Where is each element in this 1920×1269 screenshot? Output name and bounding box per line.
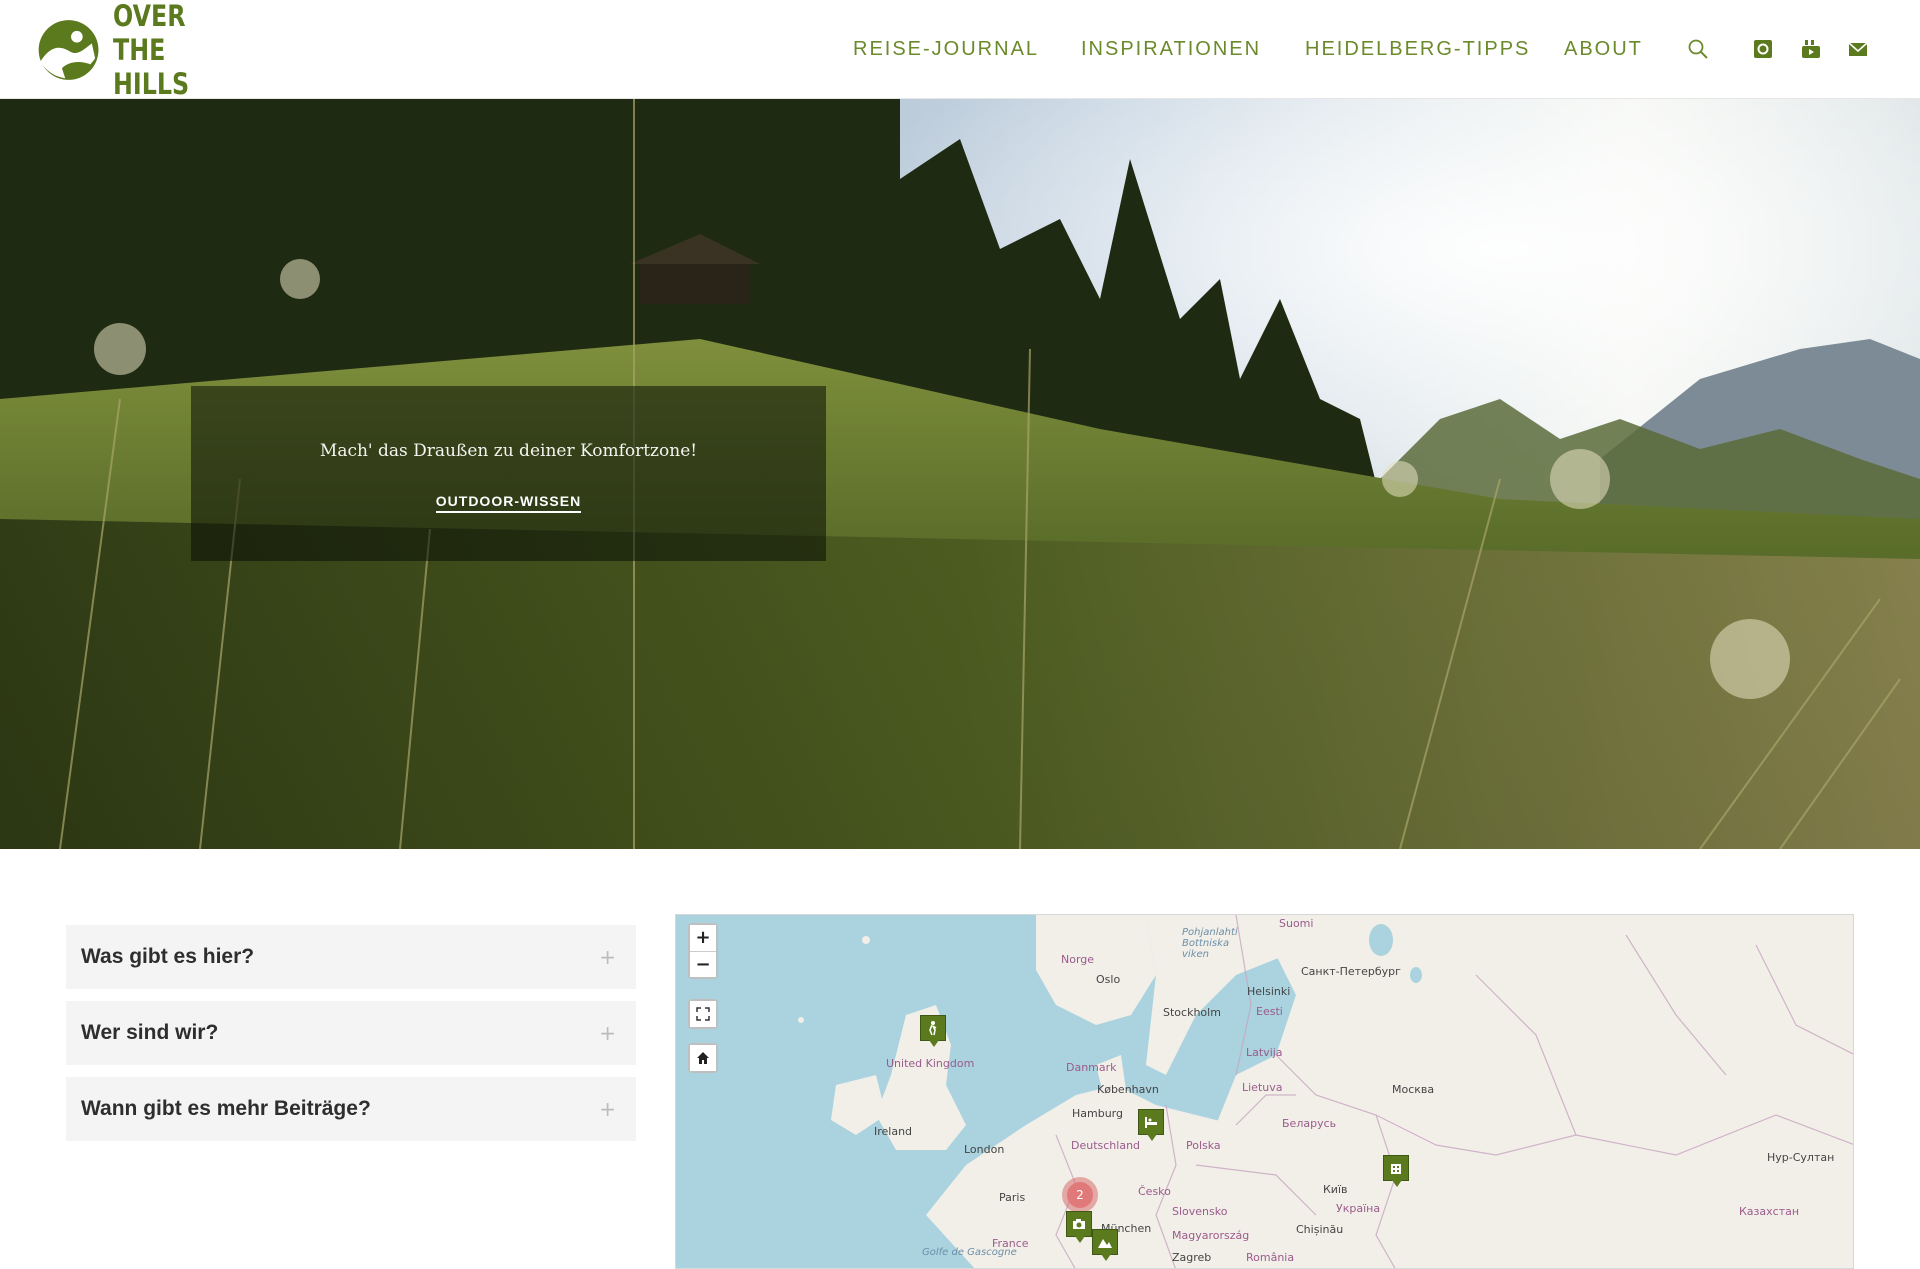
map-marker-hotel[interactable] <box>1138 1109 1164 1141</box>
map-label: Oslo <box>1096 973 1121 986</box>
map-label: Москва <box>1392 1083 1435 1096</box>
building-icon <box>1391 1164 1401 1174</box>
plus-icon[interactable]: + <box>599 945 616 969</box>
map-label: København <box>1097 1083 1159 1096</box>
map-label: Київ <box>1323 1183 1348 1196</box>
europe-map[interactable]: + − Suomi Pohjanlahti Bottniska viken No… <box>675 914 1854 1269</box>
instagram-icon[interactable] <box>1752 38 1774 60</box>
youtube-icon[interactable] <box>1800 38 1822 60</box>
map-label: Latvija <box>1246 1046 1283 1059</box>
map-label: Česko <box>1138 1185 1171 1198</box>
map-label: London <box>964 1143 1005 1156</box>
accordion-title: Wann gibt es mehr Beiträge? <box>81 1097 371 1120</box>
map-marker-mountains[interactable] <box>1092 1229 1118 1261</box>
map-label: Санкт-Петербург <box>1301 965 1401 978</box>
map-label: Danmark <box>1066 1061 1117 1074</box>
map-marker-photo[interactable] <box>1066 1211 1092 1243</box>
map-label: Ireland <box>874 1125 913 1138</box>
map-label: Magyarország <box>1172 1229 1250 1242</box>
map-marker-city[interactable] <box>1383 1155 1409 1187</box>
main-nav: REISE-JOURNAL INSPIRATIONEN HEIDELBERG-T… <box>0 0 1920 99</box>
map-label: Казахстан <box>1739 1205 1800 1218</box>
map-label: Chișinău <box>1296 1223 1344 1236</box>
map-label: Нур-Султан <box>1767 1151 1835 1164</box>
map-marker-cluster[interactable]: 2 <box>1062 1177 1098 1213</box>
map-marker-hiking[interactable] <box>920 1015 946 1047</box>
nav-item-about[interactable]: ABOUT <box>1564 38 1643 61</box>
map-label: România <box>1246 1251 1295 1264</box>
faq-accordion: Was gibt es hier? + Wer sind wir? + Wann… <box>66 925 636 1153</box>
fullscreen-icon <box>696 1007 710 1021</box>
plus-icon[interactable]: + <box>599 1021 616 1045</box>
map-label: Polska <box>1186 1139 1221 1152</box>
map-label: Zagreb <box>1172 1251 1212 1264</box>
home-icon <box>697 1052 709 1064</box>
hero-overlay-box: Mach' das Draußen zu deiner Komfortzone!… <box>191 386 826 561</box>
zoom-control: + − <box>688 923 718 979</box>
map-label: United Kingdom <box>886 1057 975 1070</box>
home-control <box>688 1043 718 1073</box>
map-label: Eesti <box>1256 1005 1283 1018</box>
map-label: Golfe de Gascogne <box>922 1247 1017 1258</box>
map-label: Lietuva <box>1242 1081 1283 1094</box>
map-label: Helsinki <box>1247 985 1291 998</box>
hero-tagline: Mach' das Draußen zu deiner Komfortzone! <box>319 441 698 461</box>
fullscreen-button[interactable] <box>690 1001 716 1027</box>
accordion-item-was-gibt-es-hier[interactable]: Was gibt es hier? + <box>66 925 636 989</box>
accordion-item-wann-mehr-beitraege[interactable]: Wann gibt es mehr Beiträge? + <box>66 1077 636 1141</box>
nav-item-heidelberg-tipps[interactable]: HEIDELBERG-TIPPS <box>1305 38 1530 61</box>
plus-icon[interactable]: + <box>599 1097 616 1121</box>
hiker-icon <box>929 1021 937 1036</box>
camera-icon <box>1073 1219 1085 1229</box>
fullscreen-control <box>688 999 718 1029</box>
accordion-item-wer-sind-wir[interactable]: Wer sind wir? + <box>66 1001 636 1065</box>
map-label: Slovensko <box>1172 1205 1228 1218</box>
mountains-icon <box>1098 1239 1112 1248</box>
map-label: Norge <box>1061 953 1095 966</box>
cluster-count: 2 <box>1067 1182 1093 1208</box>
map-label: Беларусь <box>1282 1117 1337 1130</box>
map-label: Pohjanlahti Bottniska viken <box>1182 927 1238 960</box>
accordion-title: Was gibt es hier? <box>81 945 255 968</box>
map-label: Deutschland <box>1071 1139 1141 1152</box>
bed-icon <box>1145 1117 1157 1128</box>
site-header: OVER THE HILLS REISE-JOURNAL INSPIRATION… <box>0 0 1920 101</box>
map-label: Suomi <box>1279 917 1314 930</box>
zoom-out-button[interactable]: − <box>690 951 716 977</box>
map-label: Hamburg <box>1072 1107 1123 1120</box>
mail-icon[interactable] <box>1847 38 1869 60</box>
zoom-in-button[interactable]: + <box>690 925 716 951</box>
search-icon[interactable] <box>1687 38 1709 60</box>
outdoor-wissen-link[interactable]: OUTDOOR-WISSEN <box>435 493 582 513</box>
map-label: Paris <box>999 1191 1026 1204</box>
nav-item-inspirationen[interactable]: INSPIRATIONEN <box>1081 38 1261 61</box>
home-button[interactable] <box>690 1045 716 1071</box>
map-label: Stockholm <box>1163 1006 1221 1019</box>
nav-item-reise-journal[interactable]: REISE-JOURNAL <box>853 38 1039 61</box>
map-label: Україна <box>1336 1202 1381 1215</box>
hero-banner: Mach' das Draußen zu deiner Komfortzone!… <box>0 99 1920 849</box>
accordion-title: Wer sind wir? <box>81 1021 219 1044</box>
